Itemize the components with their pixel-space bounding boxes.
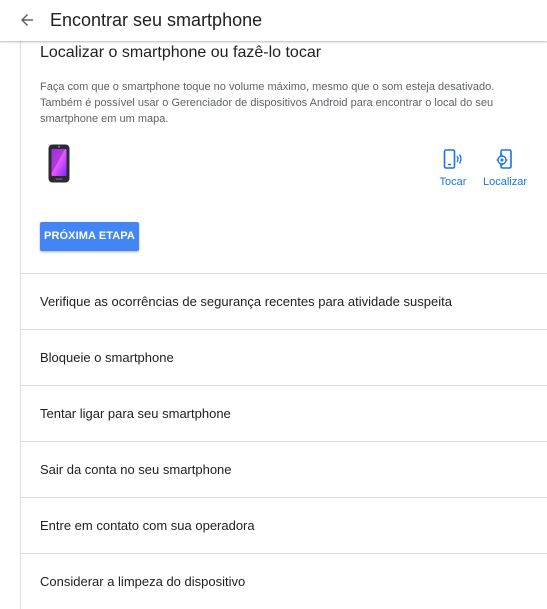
locate-phone-button[interactable]: Localizar <box>482 149 528 191</box>
step-review-security-events[interactable]: Verifique as ocorrências de segurança re… <box>21 273 547 329</box>
step-sign-out-phone[interactable]: Sair da conta no seu smartphone <box>21 441 547 497</box>
locate-label: Localizar <box>482 176 528 188</box>
step-label: Bloqueie o smartphone <box>40 350 174 365</box>
step-label: Verifique as ocorrências de segurança re… <box>40 294 452 309</box>
next-step-button[interactable]: PRÓXIMA ETAPA <box>40 222 139 251</box>
smartphone-icon <box>48 144 70 183</box>
step-label: Considerar a limpeza do dispositivo <box>40 574 246 589</box>
ring-phone-button[interactable]: Tocar <box>437 149 469 191</box>
find-phone-page: Encontrar seu smartphone Localizar o sma… <box>0 0 547 609</box>
phone-location-icon <box>496 149 512 169</box>
page-title: Encontrar seu smartphone <box>50 10 263 30</box>
header: Encontrar seu smartphone <box>0 0 547 41</box>
security-checklist: Localizar o smartphone ou fazê-lo tocar … <box>20 41 547 609</box>
step-contact-carrier[interactable]: Entre em contato com sua operadora <box>21 497 547 553</box>
remaining-steps-list: Verifique as ocorrências de segurança re… <box>21 273 547 609</box>
step-label: Sair da conta no seu smartphone <box>40 462 232 477</box>
arrow-left-icon <box>21 14 33 26</box>
ring-label: Tocar <box>439 176 467 188</box>
back-button[interactable] <box>15 8 39 32</box>
expanded-step-title: Localizar o smartphone ou fazê-lo tocar <box>40 44 322 61</box>
expanded-step-description: Faça com que o smartphone toque no volum… <box>40 81 495 125</box>
step-lock-phone[interactable]: Bloqueie o smartphone <box>21 329 547 385</box>
step-label: Tentar ligar para seu smartphone <box>40 406 231 421</box>
step-label: Entre em contato com sua operadora <box>40 518 255 533</box>
step-consider-erasing-device[interactable]: Considerar a limpeza do dispositivo <box>21 553 547 609</box>
step-call-phone[interactable]: Tentar ligar para seu smartphone <box>21 385 547 441</box>
phone-ring-icon <box>443 149 462 169</box>
